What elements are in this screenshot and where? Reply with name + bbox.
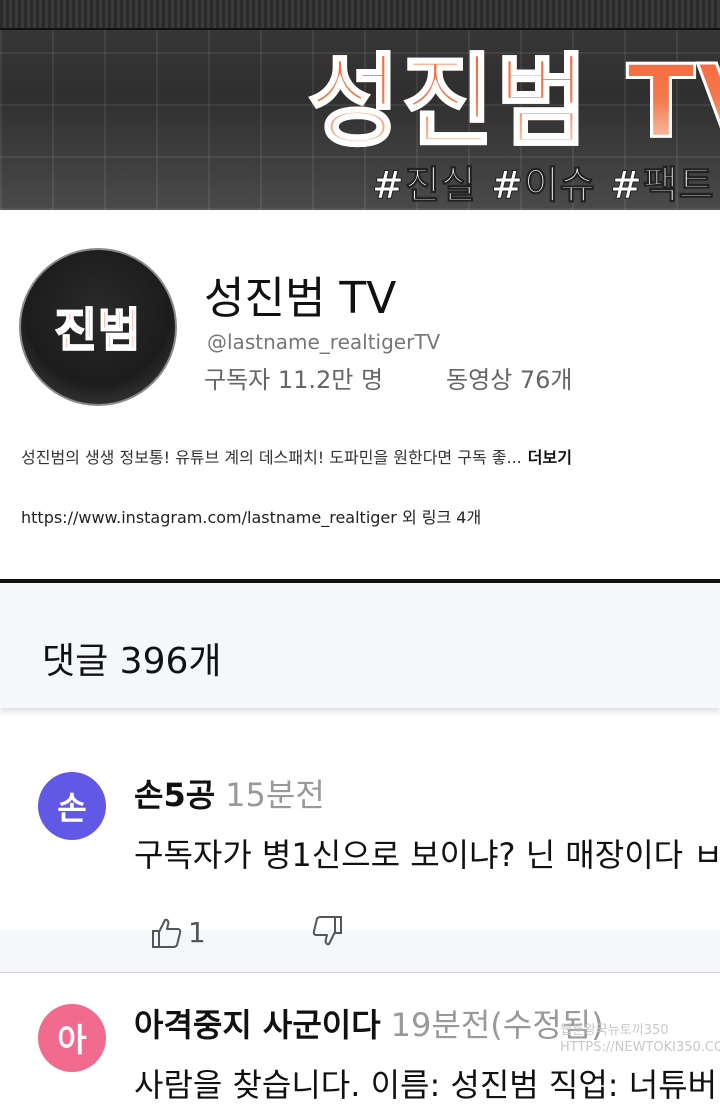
- more-links-label[interactable]: 외 링크 4개: [402, 508, 481, 527]
- comment-avatar[interactable]: 아: [38, 1004, 106, 1072]
- comment-author[interactable]: 손5공: [134, 776, 215, 814]
- channel-avatar-logo: 진범: [54, 302, 142, 358]
- comment-avatar[interactable]: 손: [38, 772, 106, 840]
- site-watermark: 웹툰왕국뉴토끼350 HTTPS://NEWTOKI350.COM: [560, 1022, 720, 1056]
- channel-banner: 성진범 TV #진실 #이슈 #팩트 #구: [0, 0, 720, 210]
- video-count: 동영상 76개: [446, 366, 573, 394]
- channel-description-text: 성진범의 생생 정보통! 유튜브 계의 데스패치! 도파민을 원한다면 구독 좋…: [21, 448, 522, 467]
- like-count: 1: [188, 916, 206, 949]
- comment-meta: 손5공 15분전: [134, 770, 325, 816]
- thumbs-up-icon: [152, 918, 182, 948]
- watermark-line: 웹툰왕국뉴토끼350: [560, 1023, 669, 1038]
- banner-hashtags: #진실 #이슈 #팩트 #구: [372, 163, 720, 208]
- comment-avatar-letter: 아: [57, 1021, 87, 1059]
- thumbs-down-icon: [312, 916, 342, 946]
- dislike-button[interactable]: [310, 914, 344, 948]
- comment-avatar-letter: 손: [57, 789, 87, 827]
- instagram-link[interactable]: https://www.instagram.com/lastname_realt…: [21, 508, 397, 527]
- comments-count: 댓글 396개: [42, 641, 222, 682]
- channel-name: 성진범 TV: [204, 273, 397, 324]
- comment-actions-bar: [0, 930, 720, 972]
- channel-links[interactable]: https://www.instagram.com/lastname_realt…: [21, 504, 481, 528]
- more-button[interactable]: 더보기: [528, 448, 572, 467]
- comment-body: 사람을 찾습니다. 이름: 성진범 직업: 너튜버: [134, 1066, 718, 1104]
- comment-separator: [0, 972, 720, 973]
- channel-avatar[interactable]: 진범: [19, 248, 177, 406]
- channel-description[interactable]: 성진범의 생생 정보통! 유튜브 계의 데스패치! 도파민을 원한다면 구독 좋…: [21, 444, 572, 468]
- subscriber-count: 구독자 11.2만 명: [204, 366, 384, 394]
- comment-time: 15분전: [225, 776, 325, 814]
- comment-meta: 아격중지 사군이다 19분전(수정됨): [134, 1000, 604, 1046]
- banner-title: 성진범 TV: [306, 20, 720, 165]
- channel-handle: @lastname_realtigerTV: [207, 330, 441, 354]
- like-button[interactable]: [150, 916, 184, 950]
- comment-author[interactable]: 아격중지 사군이다: [134, 1006, 381, 1044]
- watermark-line: HTTPS://NEWTOKI350.COM: [560, 1040, 720, 1055]
- comment-body: 구독자가 병1신으로 보이냐? 닌 매장이다 ㅂ: [134, 836, 720, 874]
